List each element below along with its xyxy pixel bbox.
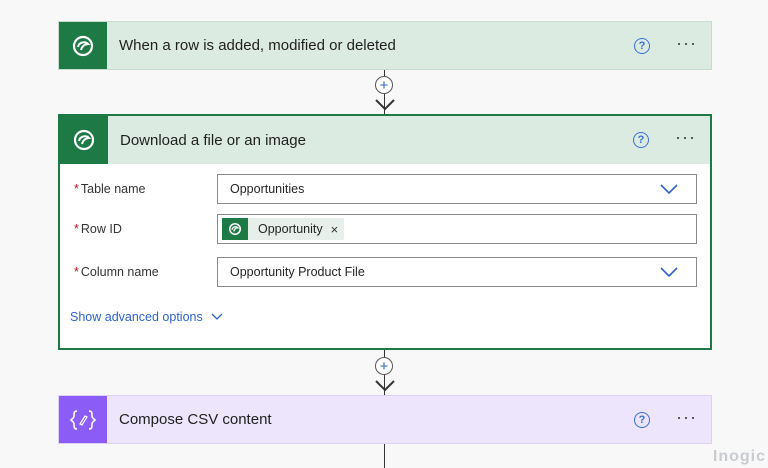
- table-name-label: * Table name: [74, 182, 146, 196]
- dataverse-icon: [222, 218, 248, 240]
- help-icon[interactable]: ?: [633, 132, 650, 148]
- dynamic-content-token[interactable]: Opportunity ×: [222, 218, 345, 240]
- column-name-row: * Column name Opportunity Product File: [60, 257, 710, 289]
- row-id-label: * Row ID: [74, 222, 122, 236]
- insert-step-button[interactable]: +: [375, 76, 393, 94]
- trigger-title: When a row is added, modified or deleted: [119, 37, 396, 54]
- trigger-card-header[interactable]: When a row is added, modified or deleted…: [58, 21, 712, 70]
- arrow-down-icon: [375, 380, 395, 392]
- watermark-logo: Inogic: [712, 448, 766, 465]
- trigger-card[interactable]: When a row is added, modified or deleted…: [58, 21, 712, 70]
- column-name-value: Opportunity Product File: [230, 265, 365, 279]
- compose-card-header[interactable]: Compose CSV content ? ···: [58, 395, 712, 444]
- chevron-down-icon: [660, 184, 678, 195]
- dataverse-icon: [60, 116, 108, 164]
- column-name-select[interactable]: Opportunity Product File: [217, 257, 697, 287]
- dataverse-icon: [59, 22, 107, 69]
- download-card-header[interactable]: Download a file or an image ? ···: [60, 116, 710, 164]
- more-options-icon[interactable]: ···: [675, 128, 696, 148]
- column-name-label: * Column name: [74, 265, 159, 279]
- show-advanced-options-link[interactable]: Show advanced options: [70, 310, 223, 324]
- help-icon[interactable]: ?: [634, 411, 651, 428]
- more-options-icon[interactable]: ···: [676, 408, 697, 428]
- help-icon[interactable]: ?: [634, 37, 651, 54]
- table-name-row: * Table name Opportunities: [60, 174, 710, 206]
- connector-line: [384, 444, 385, 468]
- more-options-icon[interactable]: ···: [676, 34, 697, 54]
- row-id-input[interactable]: Opportunity ×: [217, 214, 697, 244]
- chevron-down-icon: [660, 267, 678, 278]
- chevron-down-icon: [211, 313, 223, 320]
- compose-card[interactable]: Compose CSV content ? ···: [58, 395, 712, 444]
- token-label: Opportunity: [258, 222, 323, 236]
- insert-step-button[interactable]: +: [375, 357, 393, 375]
- remove-token-icon[interactable]: ×: [331, 222, 339, 237]
- compose-title: Compose CSV content: [119, 411, 272, 428]
- table-name-select[interactable]: Opportunities: [217, 174, 697, 204]
- compose-icon: [59, 396, 107, 443]
- row-id-row: * Row ID Opportunity ×: [60, 214, 710, 246]
- download-file-card[interactable]: Download a file or an image ? ··· * Table…: [58, 114, 712, 350]
- advanced-options-label: Show advanced options: [70, 310, 203, 324]
- table-name-value: Opportunities: [230, 182, 305, 196]
- download-title: Download a file or an image: [120, 131, 306, 149]
- arrow-down-icon: [375, 99, 395, 111]
